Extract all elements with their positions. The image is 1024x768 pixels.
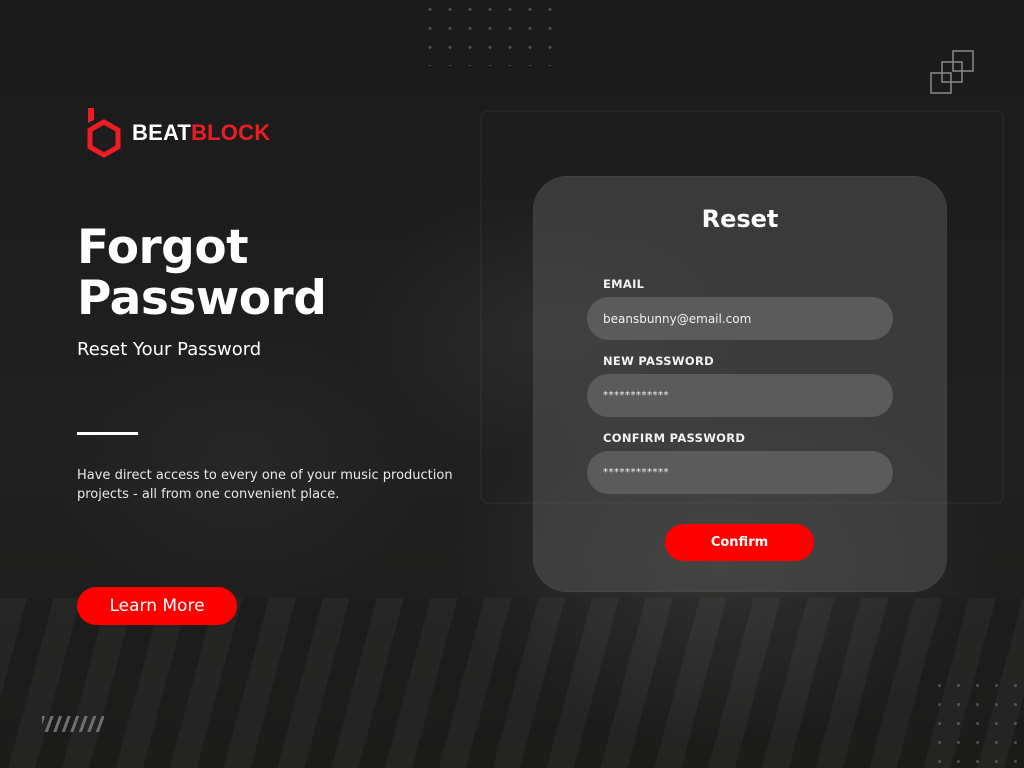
- new-password-field[interactable]: ************: [587, 374, 893, 417]
- stripe-decoration: [42, 716, 104, 732]
- dot-grid-decoration-bottom: [930, 676, 1024, 768]
- brand-name-block: BLOCK: [191, 120, 271, 145]
- learn-more-button[interactable]: Learn More: [77, 587, 237, 625]
- new-password-label: NEW PASSWORD: [603, 354, 714, 368]
- reset-form-card: Reset EMAIL beansbunny@email.com NEW PAS…: [533, 176, 947, 592]
- page-title-line1: Forgot: [77, 220, 249, 275]
- email-label: EMAIL: [603, 277, 645, 291]
- stacked-squares-icon: [930, 50, 974, 94]
- page-title: Forgot Password: [77, 220, 327, 326]
- brand-logo: BEATBLOCK: [84, 106, 270, 160]
- page-subtitle: Reset Your Password: [77, 339, 262, 360]
- reset-form-title: Reset: [701, 205, 779, 233]
- confirm-password-label: CONFIRM PASSWORD: [603, 431, 746, 445]
- description-text: Have direct access to every one of your …: [77, 468, 453, 502]
- confirm-button[interactable]: Confirm: [665, 524, 814, 561]
- page-title-line2: Password: [77, 271, 327, 326]
- divider: [77, 432, 138, 435]
- brand-name: BEATBLOCK: [132, 120, 270, 146]
- dot-grid-decoration-top: [420, 0, 555, 66]
- hexagon-b-icon: [87, 108, 121, 158]
- confirm-password-field[interactable]: ************: [587, 451, 893, 494]
- email-field[interactable]: beansbunny@email.com: [587, 297, 893, 340]
- brand-name-beat: BEAT: [132, 120, 192, 145]
